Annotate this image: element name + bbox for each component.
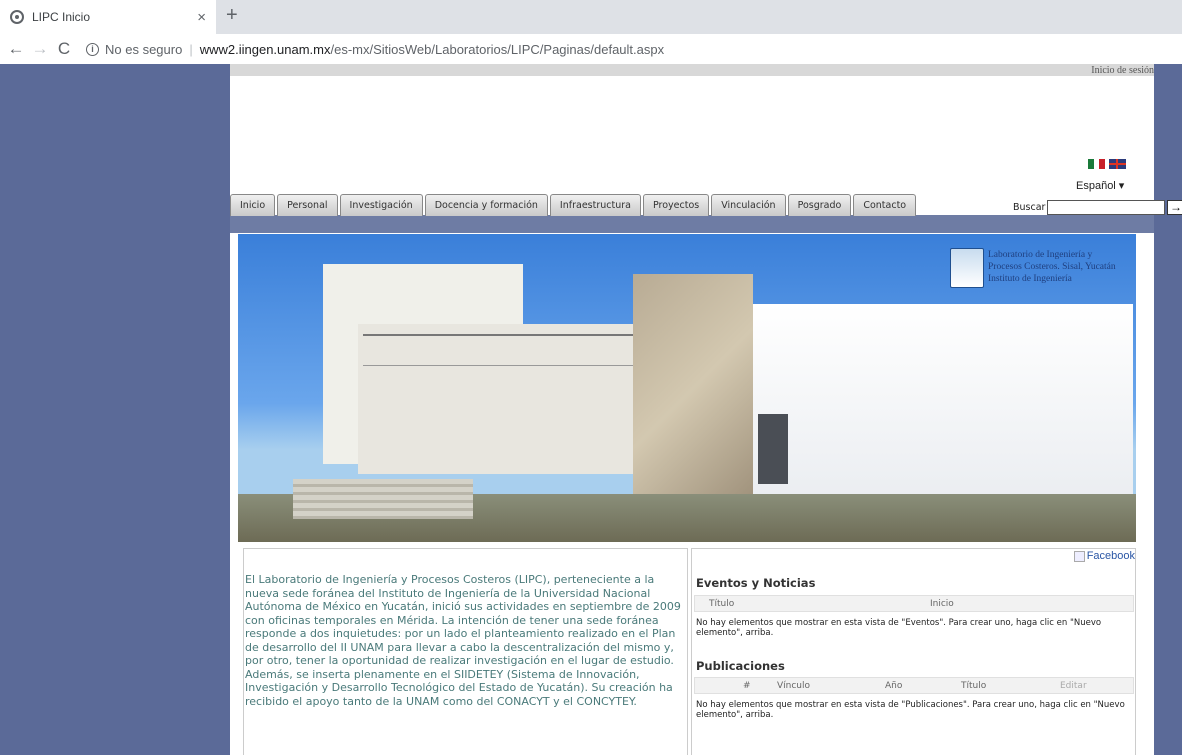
globe-icon	[10, 10, 24, 24]
browser-tabstrip: LIPC Inicio × +	[0, 0, 1182, 34]
reload-button[interactable]: C	[52, 39, 76, 59]
nav-tab-investigacion[interactable]: Investigación	[339, 194, 423, 216]
nav-tab-docencia[interactable]: Docencia y formación	[424, 194, 548, 216]
events-empty-message: No hay elementos que mostrar en esta vis…	[696, 618, 1102, 638]
back-button[interactable]: ←	[4, 39, 28, 59]
nav-tab-contacto[interactable]: Contacto	[853, 194, 917, 216]
search-label: Buscar	[1013, 202, 1046, 213]
intro-panel: El Laboratorio de Ingeniería y Procesos …	[243, 548, 688, 755]
browser-tab[interactable]: LIPC Inicio ×	[0, 0, 216, 34]
address-separator: |	[189, 41, 193, 57]
lab-logo: Laboratorio de Ingeniería y Procesos Cos…	[950, 248, 1130, 292]
stairs	[293, 479, 473, 519]
events-col-start[interactable]: Inicio	[930, 599, 954, 609]
pub-col-num[interactable]: #	[743, 681, 751, 691]
publications-list-header: # Vínculo Año Título Editar	[694, 677, 1134, 694]
wave-logo-icon	[950, 248, 984, 288]
url-path: /es-mx/SitiosWeb/Laboratorios/LIPC/Pagin…	[330, 41, 665, 57]
info-icon[interactable]: i	[86, 42, 99, 56]
close-icon[interactable]: ×	[197, 9, 206, 26]
nav-tab-infraestructura[interactable]: Infraestructura	[549, 194, 641, 216]
language-flags	[1088, 159, 1126, 169]
main-nav: Inicio Personal Investigación Docencia y…	[230, 194, 918, 216]
language-selector[interactable]: Español ▾	[1076, 179, 1124, 192]
browser-toolbar: ← → C i No es seguro | www2.iingen.unam.…	[0, 34, 1182, 64]
nav-tab-vinculacion[interactable]: Vinculación	[711, 194, 786, 216]
uk-flag-icon[interactable]	[1109, 159, 1126, 169]
pub-col-title[interactable]: Título	[961, 681, 986, 691]
nav-band	[230, 215, 1154, 233]
nav-tab-personal[interactable]: Personal	[277, 194, 338, 216]
top-bar: Inicio de sesión	[230, 64, 1154, 76]
nav-tab-proyectos[interactable]: Proyectos	[642, 194, 710, 216]
mexico-flag-icon[interactable]	[1088, 159, 1106, 169]
logo-line-1: Laboratorio de Ingeniería y	[988, 250, 1093, 260]
site-search: Buscar →	[1013, 200, 1182, 215]
page-background: Inicio de sesión Español ▾ Inicio Person…	[0, 64, 1182, 755]
tab-title: LIPC Inicio	[32, 10, 91, 24]
hero-image: Laboratorio de Ingeniería y Procesos Cos…	[238, 234, 1136, 542]
side-panel: Facebook Eventos y Noticias Título Inici…	[691, 548, 1136, 755]
building-door	[758, 414, 788, 484]
intro-text: El Laboratorio de Ingeniería y Procesos …	[245, 573, 681, 708]
page-content-column: Inicio de sesión Español ▾ Inicio Person…	[230, 64, 1182, 755]
nav-tab-posgrado[interactable]: Posgrado	[787, 194, 852, 216]
facebook-label: Facebook	[1086, 550, 1135, 562]
logo-line-3: Instituto de Ingeniería	[988, 274, 1072, 284]
security-label: No es seguro	[105, 41, 183, 57]
facebook-link[interactable]: Facebook	[1073, 550, 1135, 562]
events-list-header: Título Inicio	[694, 595, 1134, 612]
pub-col-edit[interactable]: Editar	[1060, 681, 1087, 691]
signin-link[interactable]: Inicio de sesión	[1091, 65, 1154, 76]
search-go-button[interactable]: →	[1167, 200, 1182, 215]
address-bar[interactable]: i No es seguro | www2.iingen.unam.mx /es…	[86, 42, 664, 57]
stone-wall	[633, 274, 753, 504]
pub-col-year[interactable]: Año	[885, 681, 902, 691]
events-col-title[interactable]: Título	[709, 599, 734, 609]
balcony-rail	[363, 334, 653, 366]
search-input[interactable]	[1047, 200, 1166, 215]
publications-title: Publicaciones	[696, 659, 785, 673]
pub-col-link[interactable]: Vínculo	[777, 681, 810, 691]
nav-tab-inicio[interactable]: Inicio	[230, 194, 276, 216]
url-host: www2.iingen.unam.mx	[199, 41, 331, 57]
logo-line-2: Procesos Costeros. Sisal, Yucatán	[988, 262, 1116, 272]
broken-image-icon	[1073, 550, 1085, 562]
forward-button[interactable]: →	[28, 39, 52, 59]
new-tab-button[interactable]: +	[226, 4, 238, 27]
publications-empty-message: No hay elementos que mostrar en esta vis…	[696, 700, 1125, 720]
building-right	[753, 304, 1133, 514]
events-title: Eventos y Noticias	[696, 576, 816, 590]
